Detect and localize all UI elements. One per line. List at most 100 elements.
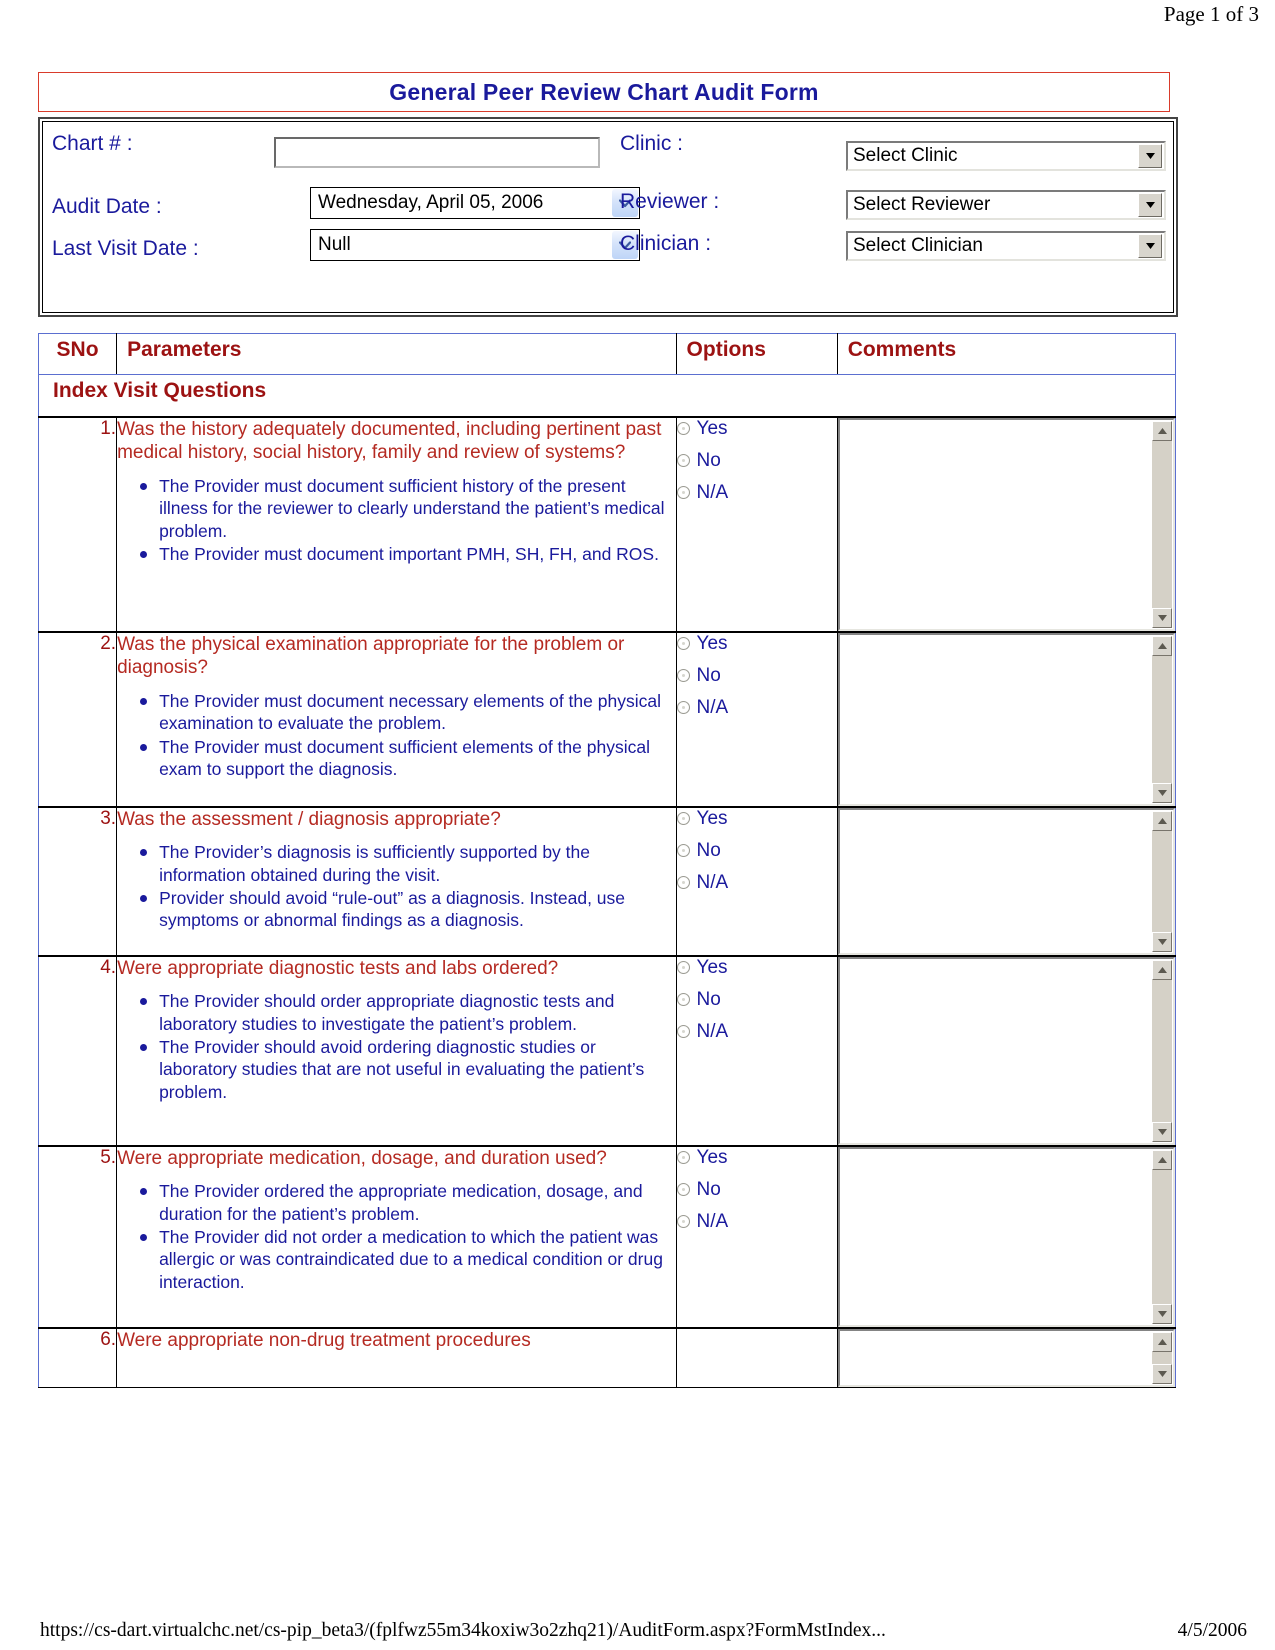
radio-option-label: N/A [696,696,729,718]
question-criteria-list: The Provider should order appropriate di… [117,990,675,1103]
radio-button-icon[interactable] [676,1025,690,1038]
question-criteria-list: The Provider’s diagnosis is sufficiently… [117,841,675,932]
table-row: 6. Were appropriate non-drug treatment pr… [37,1326,1177,1388]
radio-button-icon[interactable] [676,1151,690,1164]
comments-textarea[interactable] [837,1328,1175,1387]
clinic-select[interactable]: Select Clinic [846,141,1166,171]
comments-scrollbar[interactable] [1152,810,1172,952]
radio-option-label: N/A [696,481,729,503]
comments-textarea[interactable] [837,632,1175,806]
radio-button-icon[interactable] [676,812,690,825]
comments-scrollbar[interactable] [1152,959,1172,1142]
row-options-cell: Yes No N/A [675,954,838,1146]
radio-button-icon[interactable] [676,637,690,650]
radio-option-na[interactable]: N/A [676,1211,837,1233]
radio-button-icon[interactable] [676,993,690,1006]
reviewer-select[interactable]: Select Reviewer [846,190,1166,220]
scroll-up-arrow-icon[interactable] [1152,1149,1172,1170]
scroll-up-arrow-icon[interactable] [1152,635,1172,656]
radio-option-yes[interactable]: Yes [676,1147,837,1169]
table-header: SNo Parameters Options Comments [37,333,1177,375]
audit-date-dropdown[interactable]: Wednesday, April 05, 2006 [310,187,640,219]
scroll-down-arrow-icon[interactable] [1152,607,1172,628]
table-row: 3. Was the assessment / diagnosis appropr… [37,805,1177,956]
comments-scrollbar[interactable] [1152,1149,1172,1324]
bullet-icon [140,1234,148,1242]
radio-button-icon[interactable] [676,961,690,974]
footer-url: https://cs-dart.virtualchc.net/cs-pip_be… [40,1620,886,1641]
chevron-down-icon[interactable] [1138,144,1162,168]
comments-scrollbar[interactable] [1152,420,1172,628]
column-header-sno: SNo [37,333,118,375]
column-header-comments: Comments [836,333,1177,375]
radio-button-icon[interactable] [676,1183,690,1196]
table-row: 2. Was the physical examination appropria… [37,630,1177,807]
chevron-down-icon[interactable] [1138,193,1162,217]
comments-textarea[interactable] [837,417,1175,631]
bullet-icon [140,1044,148,1052]
scroll-up-arrow-icon[interactable] [1152,810,1172,831]
clinician-select[interactable]: Select Clinician [846,231,1166,261]
table-row: 1. Was the history adequately documented,… [37,415,1177,632]
radio-option-label: Yes [696,807,728,829]
radio-button-icon[interactable] [676,1215,690,1228]
scroll-down-arrow-icon[interactable] [1152,782,1172,803]
scroll-up-arrow-icon[interactable] [1152,420,1172,441]
reviewer-label: Reviewer : [620,190,720,213]
comments-textarea[interactable] [837,956,1175,1145]
chart-number-input[interactable] [274,137,600,168]
scroll-down-arrow-icon[interactable] [1152,931,1172,952]
clinic-label: Clinic : [620,132,684,155]
radio-option-no[interactable]: No [676,989,837,1011]
reviewer-selected-value: Select Reviewer [853,194,991,215]
question-criteria-list: The Provider must document sufficient hi… [117,475,675,566]
scroll-down-arrow-icon[interactable] [1152,1363,1172,1384]
radio-option-no[interactable]: No [676,1179,837,1201]
criteria-item: The Provider must document sufficient hi… [140,475,675,542]
radio-button-icon[interactable] [676,844,690,857]
radio-option-na[interactable]: N/A [676,1021,837,1043]
radio-option-yes[interactable]: Yes [676,633,837,655]
comments-textarea[interactable] [837,1146,1175,1327]
scroll-up-arrow-icon[interactable] [1152,1331,1172,1352]
radio-option-no[interactable]: No [676,450,837,472]
radio-option-yes[interactable]: Yes [676,957,837,979]
section-header-row: Index Visit Questions [38,374,1176,417]
bullet-icon [140,1188,148,1196]
chevron-down-icon[interactable] [1138,234,1162,258]
scroll-down-arrow-icon[interactable] [1152,1303,1172,1324]
radio-option-na[interactable]: N/A [676,696,837,719]
audit-date-label: Audit Date : [52,195,162,218]
radio-button-icon[interactable] [676,454,690,467]
radio-button-icon[interactable] [676,701,690,714]
row-serial-number: 6. [37,1326,118,1388]
radio-option-no[interactable]: No [676,840,837,862]
radio-button-icon[interactable] [676,486,690,499]
radio-button-icon[interactable] [676,669,690,682]
comments-textarea[interactable] [837,807,1175,955]
row-options-cell: Yes No N/A [675,630,838,807]
radio-button-icon[interactable] [676,422,690,435]
radio-option-label: No [696,664,721,686]
comments-scrollbar[interactable] [1152,1331,1172,1384]
radio-button-icon[interactable] [676,876,690,889]
last-visit-date-dropdown[interactable]: Null [310,229,640,261]
radio-option-no[interactable]: No [676,664,837,687]
question-text: Was the physical examination appropriate… [117,633,625,679]
audit-questions-table: SNo Parameters Options Comments Index Vi… [37,333,1177,1388]
radio-option-yes[interactable]: Yes [676,418,837,440]
page-footer: https://cs-dart.virtualchc.net/cs-pip_be… [0,1620,1275,1642]
radio-option-na[interactable]: N/A [676,481,837,504]
row-comments-cell [836,954,1177,1146]
row-parameters-cell: Was the history adequately documented, i… [116,415,677,632]
scroll-down-arrow-icon[interactable] [1152,1121,1172,1142]
footer-date: 4/5/2006 [1177,1620,1247,1641]
scroll-up-arrow-icon[interactable] [1152,959,1172,980]
radio-option-na[interactable]: N/A [676,872,837,894]
question-text: Were appropriate medication, dosage, and… [117,1147,607,1169]
bullet-icon [140,551,148,559]
radio-option-yes[interactable]: Yes [676,807,837,830]
question-text: Was the history adequately documented, i… [117,418,662,464]
clinic-selected-value: Select Clinic [853,145,958,166]
comments-scrollbar[interactable] [1152,635,1172,803]
